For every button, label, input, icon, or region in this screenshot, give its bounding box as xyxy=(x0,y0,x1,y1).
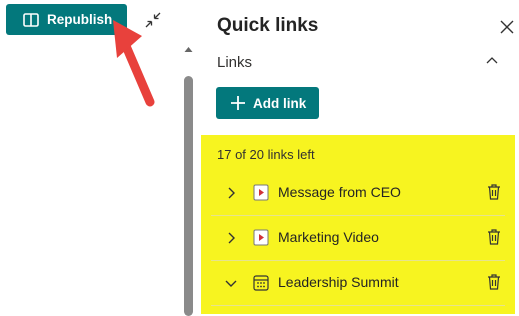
close-icon[interactable] xyxy=(499,19,515,35)
chevron-right-icon[interactable] xyxy=(224,186,238,200)
page-canvas: Republish xyxy=(0,0,196,316)
book-open-icon xyxy=(23,12,39,27)
add-link-label: Add link xyxy=(253,95,307,111)
links-left-count: 17 of 20 links left xyxy=(217,147,315,162)
links-section-label: Links xyxy=(217,54,253,71)
annotation-arrow-icon xyxy=(104,18,164,114)
add-link-button[interactable]: Add link xyxy=(216,87,319,119)
plus-icon xyxy=(230,95,246,111)
republish-label: Republish xyxy=(47,12,113,27)
link-item-marketing-video[interactable]: Marketing Video xyxy=(211,216,505,260)
video-icon xyxy=(253,229,269,246)
chevron-down-icon[interactable] xyxy=(224,276,238,290)
chevron-up-icon[interactable] xyxy=(485,55,499,65)
video-icon xyxy=(253,184,269,201)
link-item-message-from-ceo[interactable]: Message from CEO xyxy=(211,171,505,215)
link-label: Marketing Video xyxy=(278,229,379,245)
link-label: Leadership Summit xyxy=(278,274,399,290)
trash-icon[interactable] xyxy=(486,183,502,201)
link-item-leadership-summit[interactable]: Leadership Summit xyxy=(211,261,505,305)
link-label: Message from CEO xyxy=(278,184,401,200)
chevron-right-icon[interactable] xyxy=(224,231,238,245)
row-divider xyxy=(211,305,505,306)
trash-icon[interactable] xyxy=(486,273,502,291)
panel-title: Quick links xyxy=(217,15,319,36)
trash-icon[interactable] xyxy=(486,228,502,246)
scroll-up-arrow-icon[interactable] xyxy=(183,44,194,54)
vertical-scrollbar[interactable] xyxy=(183,38,194,316)
scroll-thumb[interactable] xyxy=(184,76,193,316)
calendar-icon xyxy=(253,274,269,291)
links-list-highlight: 17 of 20 links left Message from CEO Mar… xyxy=(201,135,515,314)
quick-links-panel: Quick links Links Add link 17 of 20 link… xyxy=(196,0,519,314)
